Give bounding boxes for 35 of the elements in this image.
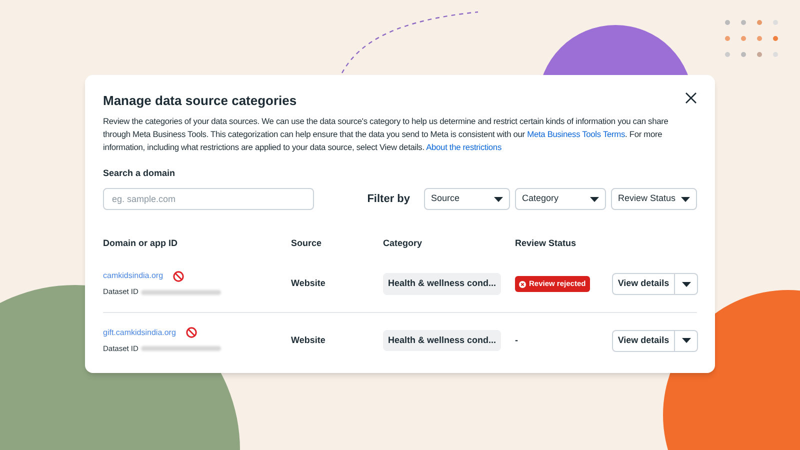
blocked-icon xyxy=(173,270,184,282)
terms-link[interactable]: Meta Business Tools Terms xyxy=(527,128,625,138)
caret-icon xyxy=(682,282,690,286)
view-details-button[interactable]: View details xyxy=(612,330,675,352)
caret-icon xyxy=(681,196,690,202)
category-tag: Health & wellness cond... xyxy=(383,330,502,352)
column-header: Source xyxy=(291,237,323,250)
source-cell-text: Website xyxy=(291,277,326,290)
filter-dropdown[interactable]: Source xyxy=(424,188,510,210)
column-header: Domain or app ID xyxy=(103,237,179,250)
caret-icon xyxy=(590,196,599,202)
domain-link[interactable]: camkidsindia.org xyxy=(103,270,164,282)
filter-label: Filter by xyxy=(367,192,410,207)
domain-link[interactable]: gift.camkidsindia.org xyxy=(103,326,176,339)
blocked-icon xyxy=(186,327,197,338)
terms-link[interactable]: About the restrictions xyxy=(426,142,502,152)
dot-pattern xyxy=(725,20,778,57)
filter-dropdown[interactable]: Category xyxy=(515,188,606,210)
close-icon[interactable] xyxy=(685,92,697,104)
filter-dropdown[interactable]: Review Status xyxy=(611,188,697,210)
description-text: Review the categories of your data sources. We can use the data source's category to help us determine and restrict certain kinds of information you can share through Meta Business Tools. This categorization can help ensure that the data you send to Meta is consistent with our Meta Business Tools Terms. For more information, including what restrictions are applied to your data source, select View details. About the restrictions xyxy=(103,114,670,154)
column-header: Review Status xyxy=(515,237,578,250)
caret-icon xyxy=(494,196,503,202)
status-text: - xyxy=(515,334,519,347)
error-icon xyxy=(519,280,526,288)
column-header: Category xyxy=(383,237,424,250)
view-details-button[interactable]: View details xyxy=(612,273,675,295)
source-cell-text: Website xyxy=(291,334,326,347)
caret-icon xyxy=(682,338,690,343)
search-field[interactable]: eg. sample.com xyxy=(103,188,314,210)
more-options-button[interactable] xyxy=(675,330,698,352)
category-tag: Health & wellness cond... xyxy=(383,273,502,295)
dialog-title: Manage data source categories xyxy=(103,92,297,110)
search-label: Search a domain xyxy=(103,166,176,180)
more-options-button[interactable] xyxy=(675,273,698,295)
